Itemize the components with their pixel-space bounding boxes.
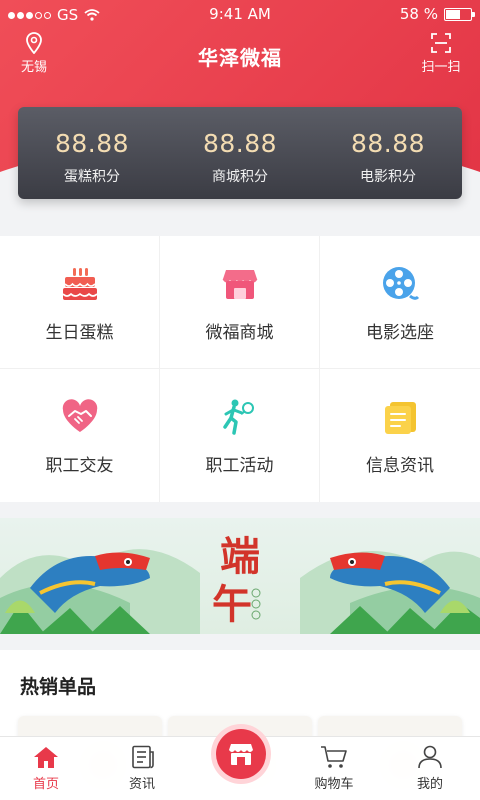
scan-icon bbox=[431, 33, 451, 53]
news-document-icon bbox=[385, 402, 416, 434]
service-label: 职工交友 bbox=[45, 456, 114, 476]
store-icon bbox=[222, 270, 257, 299]
tab-label: 我的 bbox=[416, 777, 443, 792]
status-bar: GS 9:41 AM 58 % bbox=[0, 0, 480, 30]
battery-icon bbox=[444, 7, 475, 21]
tab-store-button[interactable] bbox=[216, 729, 266, 779]
points-label: 电影积分 bbox=[360, 169, 416, 185]
points-label: 蛋糕积分 bbox=[64, 169, 120, 185]
service-movie-seat[interactable]: 电影选座 bbox=[320, 236, 480, 369]
service-grid: 生日蛋糕 微福商城 电影选座 职工交友 职工活动 信息资讯 bbox=[0, 236, 480, 502]
section-title: 热销单品 bbox=[20, 676, 97, 698]
service-label: 微福商城 bbox=[205, 323, 274, 343]
tab-label: 购物车 bbox=[314, 777, 354, 792]
film-reel-icon bbox=[383, 267, 420, 300]
service-label: 电影选座 bbox=[366, 323, 434, 343]
service-label: 职工活动 bbox=[205, 456, 274, 476]
battery-level bbox=[446, 9, 460, 19]
service-birthday-cake[interactable]: 生日蛋糕 bbox=[0, 236, 160, 369]
tab-news[interactable]: 资讯 bbox=[102, 745, 182, 792]
service-staff-dating[interactable]: 职工交友 bbox=[0, 369, 160, 502]
news-icon bbox=[132, 745, 154, 769]
points-movie[interactable]: 88.88 电影积分 bbox=[314, 107, 462, 199]
user-icon bbox=[418, 745, 442, 769]
cake-icon bbox=[61, 268, 98, 300]
points-card: 88.88 蛋糕积分 88.88 商城积分 88.88 电影积分 bbox=[18, 107, 462, 199]
service-label: 信息资讯 bbox=[366, 456, 434, 476]
heart-handshake-icon bbox=[62, 399, 97, 432]
tab-bar: 首页 资讯 购物车 我的 bbox=[0, 729, 480, 800]
scan-button[interactable]: 扫一扫 bbox=[418, 32, 464, 75]
home-icon bbox=[34, 747, 58, 768]
banner-text-bottom: 午 bbox=[212, 582, 252, 627]
service-welfare-mall[interactable]: 微福商城 bbox=[160, 236, 320, 369]
points-value: 88.88 bbox=[350, 129, 426, 158]
banner-illustration: 端 午 bbox=[0, 534, 480, 634]
page-title: 华泽微福 bbox=[198, 46, 282, 70]
tab-label: 首页 bbox=[32, 777, 59, 792]
dragon-boat-banner[interactable]: 端 午 bbox=[0, 518, 480, 634]
tab-cart[interactable]: 购物车 bbox=[294, 745, 374, 792]
tab-label: 资讯 bbox=[128, 777, 155, 792]
scan-label: 扫一扫 bbox=[421, 60, 461, 75]
cart-icon bbox=[321, 746, 347, 768]
service-label: 生日蛋糕 bbox=[45, 323, 114, 343]
tennis-player-icon bbox=[222, 399, 254, 435]
battery-percent: 58 % bbox=[399, 5, 438, 23]
service-staff-activity[interactable]: 职工活动 bbox=[160, 369, 320, 502]
tab-mine[interactable]: 我的 bbox=[390, 745, 470, 792]
banner-text-top: 端 bbox=[220, 534, 260, 579]
points-cake[interactable]: 88.88 蛋糕积分 bbox=[18, 107, 166, 199]
tab-home[interactable]: 首页 bbox=[6, 745, 86, 792]
service-news-info[interactable]: 信息资讯 bbox=[320, 369, 480, 502]
status-right: 58 % bbox=[399, 5, 475, 23]
points-value: 88.88 bbox=[202, 129, 278, 158]
top-nav: 无锡 华泽微福 扫一扫 bbox=[0, 30, 480, 80]
points-mall[interactable]: 88.88 商城积分 bbox=[166, 107, 314, 199]
store-icon bbox=[229, 744, 253, 765]
points-value: 88.88 bbox=[54, 129, 130, 158]
points-label: 商城积分 bbox=[212, 169, 268, 185]
